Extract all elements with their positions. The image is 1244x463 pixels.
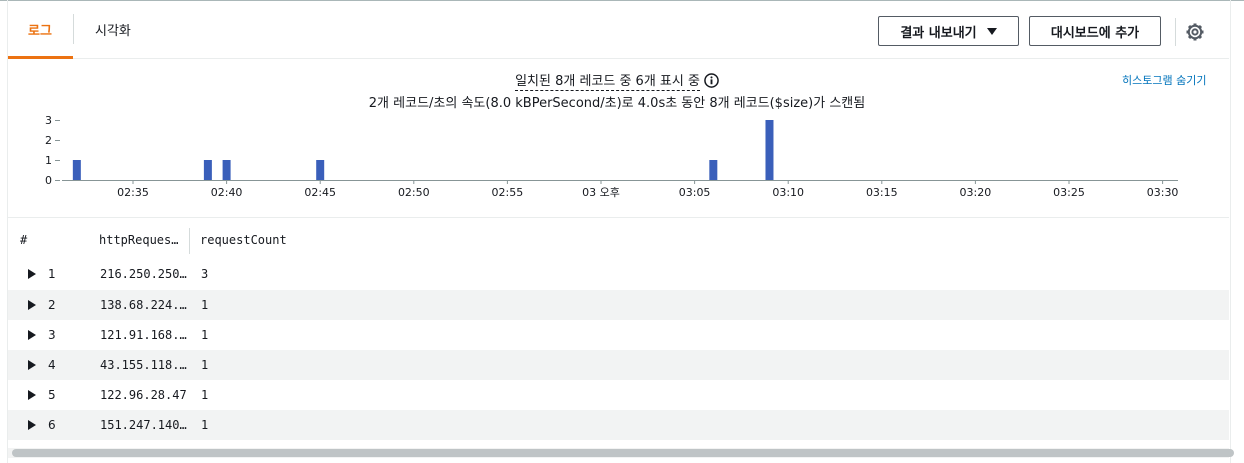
histogram-bar: [709, 160, 718, 180]
histogram-bar: [222, 160, 231, 180]
row-ip: 151.247.140…: [100, 418, 187, 432]
add-to-dashboard-button[interactable]: 대시보드에 추가: [1029, 16, 1161, 46]
x-tick-label: 03:05: [679, 186, 711, 199]
export-results-button[interactable]: 결과 내보내기: [878, 16, 1019, 46]
table-row[interactable]: 5 122.96.28.47 1: [8, 380, 1229, 410]
histogram-bar: [316, 160, 325, 180]
row-index: 6: [48, 418, 56, 432]
row-count: 3: [201, 267, 209, 281]
result-summary: 일치된 8개 레코드 중 6개 표시 중 2개 레코드/초의 속도(8.0 kB…: [0, 70, 1234, 111]
row-count: 1: [201, 298, 209, 312]
x-tick-label: 03 오후: [582, 186, 620, 199]
row-ip: 43.155.118.…: [100, 358, 187, 372]
histogram-bar: [765, 120, 774, 180]
caret-down-icon: [986, 27, 997, 35]
column-separator: [189, 228, 190, 254]
row-ip: 122.96.28.47: [100, 388, 187, 402]
y-tick-label: 1: [45, 154, 52, 167]
matched-records-text: 일치된 8개 레코드 중 6개 표시 중: [515, 70, 700, 91]
table-row[interactable]: 4 43.155.118.… 1: [8, 350, 1229, 380]
histogram-bar: [203, 160, 212, 180]
header-divider: [8, 58, 1229, 59]
row-index: 4: [48, 358, 56, 372]
row-index: 5: [48, 388, 56, 402]
expand-row-icon[interactable]: [28, 390, 36, 400]
expand-row-icon[interactable]: [28, 420, 36, 430]
x-tick-label: 03:15: [866, 186, 898, 199]
x-tick-label: 03:25: [1053, 186, 1085, 199]
x-tick-label: 03:30: [1147, 186, 1179, 199]
table-top-border: [8, 217, 1229, 218]
row-count: 1: [201, 418, 209, 432]
row-count: 1: [201, 328, 209, 342]
row-index: 2: [48, 298, 56, 312]
x-tick-label: 02:50: [398, 186, 430, 199]
row-ip: 138.68.224.…: [100, 298, 187, 312]
x-tick-label: 02:40: [211, 186, 243, 199]
expand-row-icon[interactable]: [28, 300, 36, 310]
row-index: 3: [48, 328, 56, 342]
tab-visualization[interactable]: 시각화: [95, 20, 131, 39]
table-row[interactable]: 2 138.68.224.… 1: [8, 290, 1229, 320]
table-row[interactable]: 3 121.91.168.… 1: [8, 320, 1229, 350]
histogram-bar: [72, 160, 81, 180]
x-tick-label: 02:55: [492, 186, 524, 199]
scan-stats-text: 2개 레코드/초의 속도(8.0 kBPerSecond/초)로 4.0s초 동…: [368, 96, 866, 111]
column-header-index: #: [20, 233, 28, 247]
x-tick-label: 03:10: [772, 186, 804, 199]
row-count: 1: [201, 358, 209, 372]
y-tick-label: 0: [45, 174, 52, 187]
expand-row-icon[interactable]: [28, 330, 36, 340]
gear-icon[interactable]: [1185, 22, 1205, 42]
expand-row-icon[interactable]: [28, 269, 36, 279]
row-ip: 216.250.250…: [100, 267, 187, 281]
row-count: 1: [201, 388, 209, 402]
y-tick-label: 2: [45, 134, 52, 147]
export-results-label: 결과 내보내기: [900, 25, 977, 41]
add-to-dashboard-label: 대시보드에 추가: [1050, 25, 1140, 41]
table-row[interactable]: 6 151.247.140… 1: [8, 410, 1229, 440]
hide-histogram-link[interactable]: 히스토그램 숨기기: [1122, 72, 1206, 88]
row-ip: 121.91.168.…: [100, 328, 187, 342]
toolbar-separator: [1175, 18, 1176, 46]
table-row[interactable]: 1 216.250.250… 3: [8, 259, 1229, 289]
active-tab-indicator: [8, 56, 73, 59]
expand-row-icon[interactable]: [28, 360, 36, 370]
info-icon[interactable]: [704, 73, 719, 88]
column-header-count[interactable]: requestCount: [200, 233, 287, 247]
row-index: 1: [48, 267, 56, 281]
scrollbar-thumb[interactable]: [12, 449, 1234, 457]
x-tick-label: 02:45: [304, 186, 336, 199]
x-tick-label: 03:20: [960, 186, 992, 199]
tab-divider: [73, 14, 74, 44]
tab-logs[interactable]: 로그: [28, 20, 52, 39]
histogram-chart: 0 1 2 3 02:35 02:40 02:45 02:50 02:55 03 오후 03:05 0…: [45, 114, 1179, 199]
column-header-ip[interactable]: httpReques…: [99, 233, 178, 247]
y-tick-label: 3: [45, 114, 52, 127]
x-tick-label: 02:35: [117, 186, 149, 199]
